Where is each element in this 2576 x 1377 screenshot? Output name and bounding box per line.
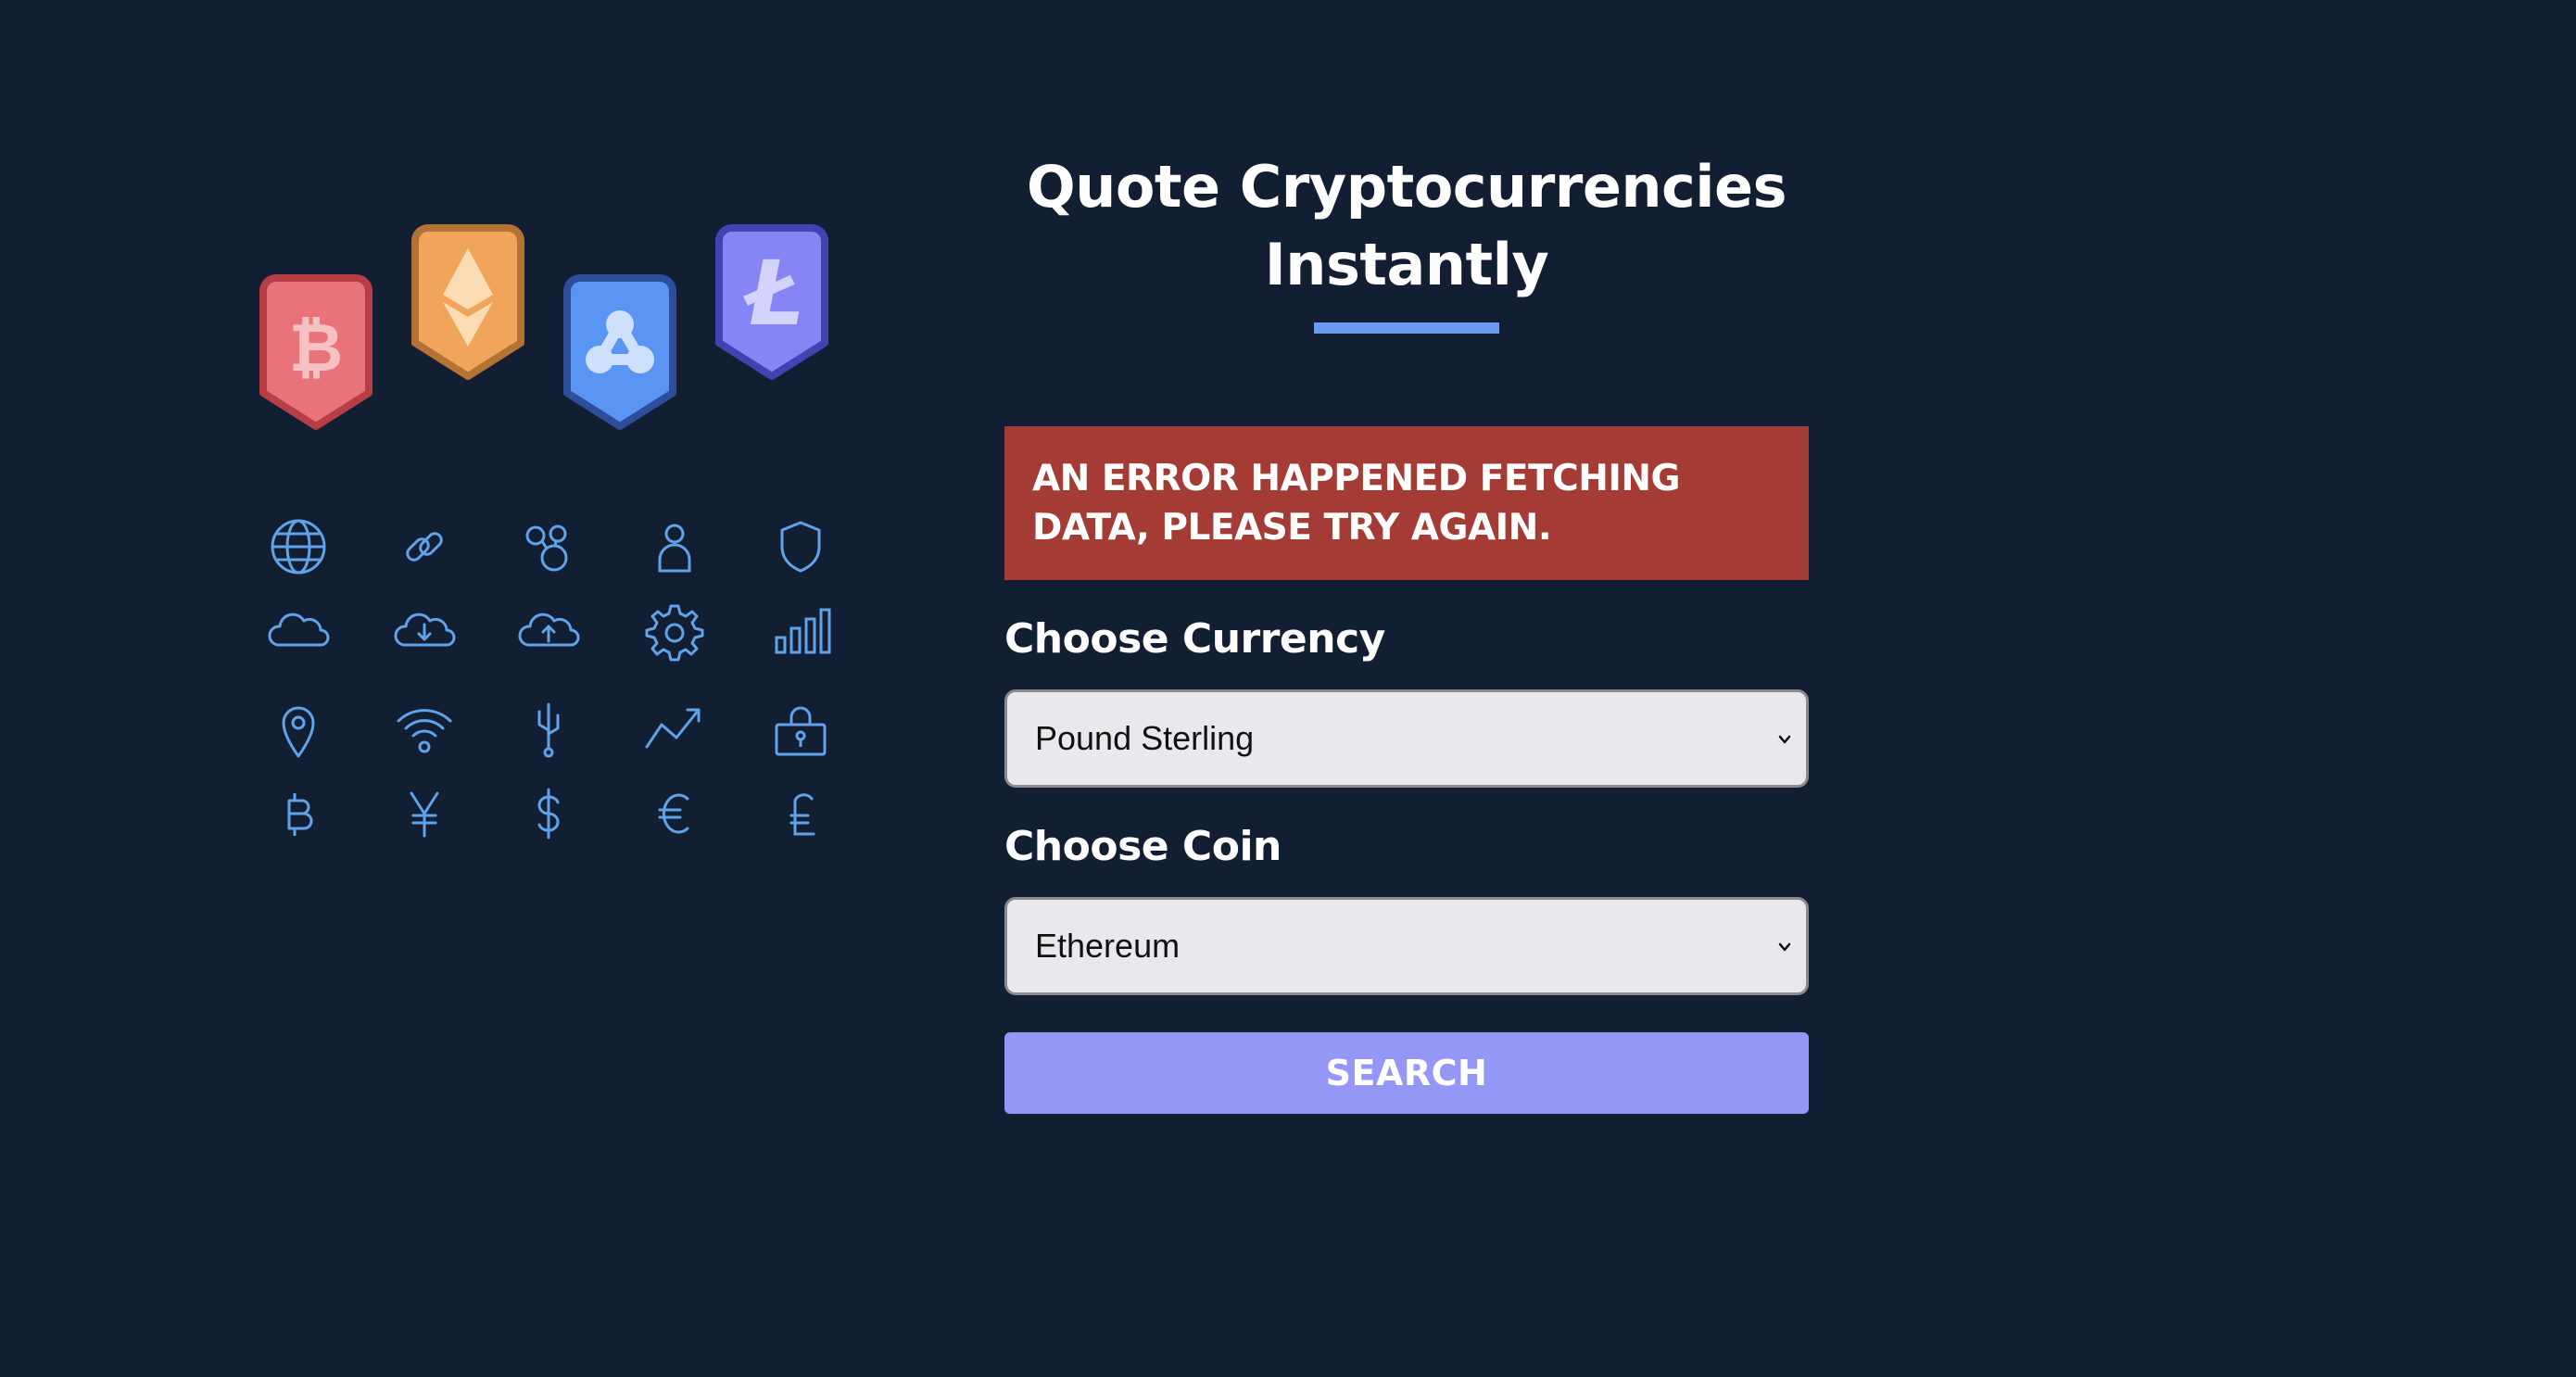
user-icon [638, 510, 712, 584]
error-message-line1: AN ERROR HAPPENED FETCHING [1032, 458, 1681, 499]
search-button[interactable]: SEARCH [1004, 1032, 1809, 1114]
title-underline [1314, 322, 1499, 334]
bitcoin-badge-icon: ₿ [259, 274, 373, 430]
coin-select[interactable]: Ethereum [1004, 897, 1809, 995]
feature-icon-grid [250, 510, 862, 880]
currency-select-value: Pound Sterling [1035, 719, 1255, 757]
bitcoin-icon [261, 777, 335, 851]
crypto-illustration: ₿ Ł [250, 213, 862, 880]
shield-icon [764, 510, 838, 584]
pound-icon [764, 777, 838, 851]
gear-icon [638, 595, 712, 669]
bar-chart-icon [764, 595, 838, 669]
yen-icon [387, 777, 461, 851]
error-message: AN ERROR HAPPENED FETCHING DATA, PLEASE … [1004, 426, 1809, 580]
euro-icon [638, 777, 712, 851]
currency-select[interactable]: Pound Sterling [1004, 689, 1809, 788]
coin-label: Choose Coin [1004, 823, 1282, 870]
coin-badges: ₿ Ł [250, 213, 862, 454]
cloud-upload-icon [511, 595, 586, 669]
ripple-badge-icon [563, 274, 676, 430]
wifi-icon [387, 693, 461, 767]
cloud-icon [261, 595, 335, 669]
page-title-line1: Quote Cryptocurrencies [1026, 153, 1787, 221]
chevron-down-icon [1778, 942, 1791, 952]
coin-select-value: Ethereum [1035, 927, 1181, 965]
cloud-download-icon [387, 595, 461, 669]
svg-text:Ł: Ł [742, 242, 803, 346]
ethereum-badge-icon [411, 224, 524, 380]
chevron-down-icon [1778, 735, 1791, 744]
currency-label: Choose Currency [1004, 615, 1385, 663]
location-pin-icon [261, 693, 335, 767]
trend-up-icon [638, 693, 712, 767]
lock-icon [764, 693, 838, 767]
network-icon [511, 510, 586, 584]
error-message-line2: DATA, PLEASE TRY AGAIN. [1032, 507, 1552, 549]
litecoin-badge-icon: Ł [715, 224, 828, 380]
dollar-icon [511, 777, 586, 851]
page-title-line2: Instantly [1264, 231, 1549, 298]
link-icon [387, 510, 461, 584]
quote-panel: Quote Cryptocurrencies Instantly AN ERRO… [1004, 148, 1809, 1114]
globe-icon [261, 510, 335, 584]
page-title: Quote Cryptocurrencies Instantly [1004, 148, 1809, 304]
svg-text:₿: ₿ [289, 309, 344, 386]
usb-icon [511, 693, 586, 767]
